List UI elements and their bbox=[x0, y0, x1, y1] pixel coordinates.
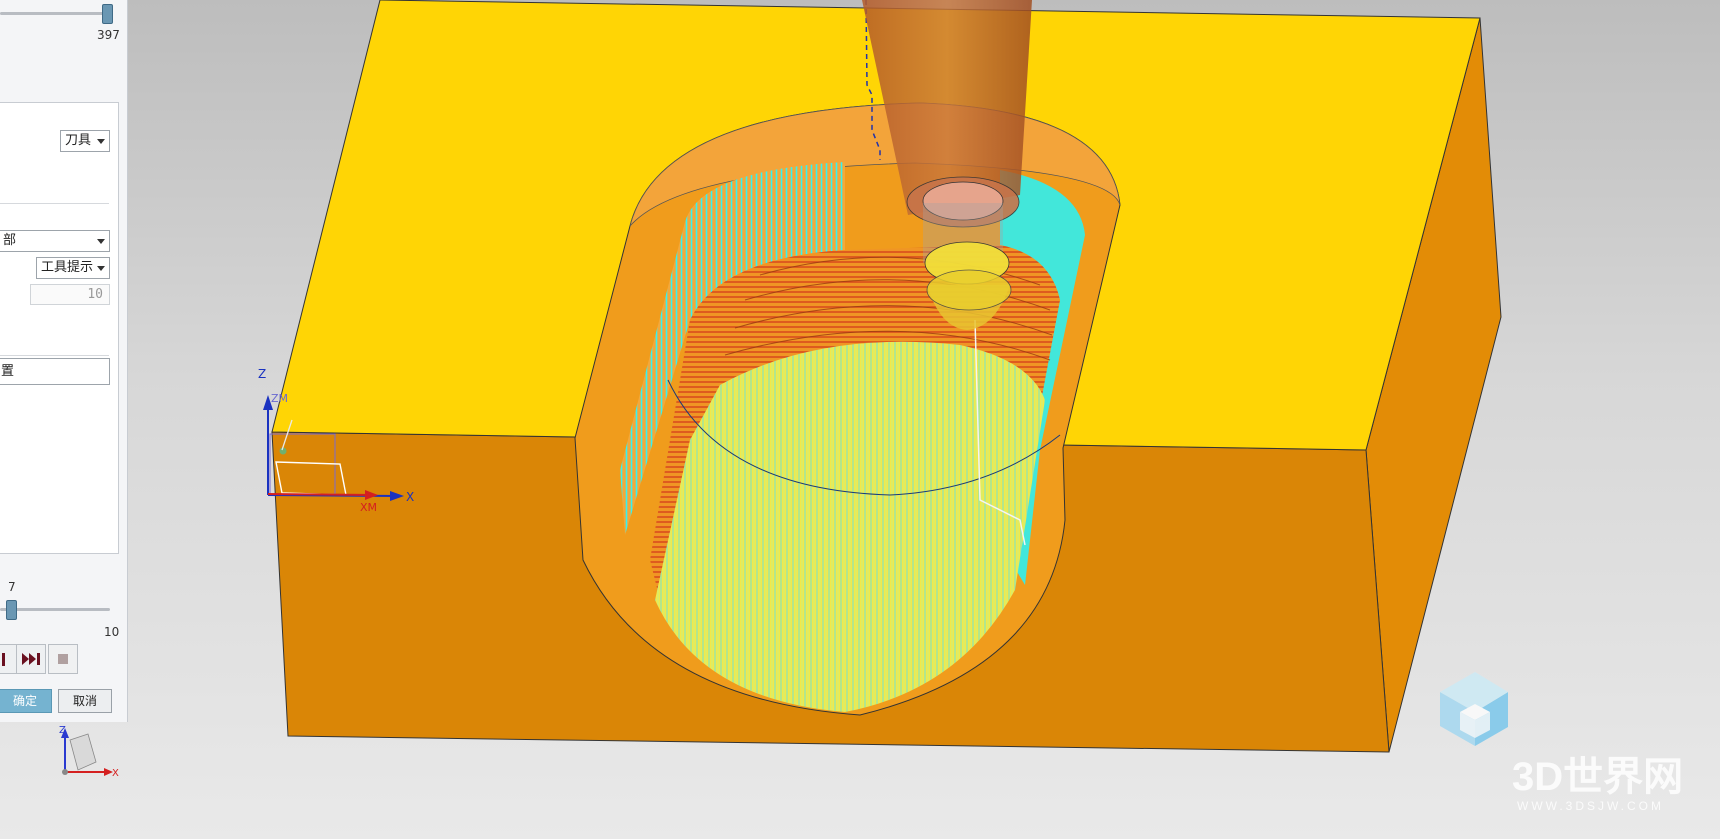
view-triad[interactable] bbox=[61, 728, 113, 776]
step-slider-thumb[interactable] bbox=[6, 600, 17, 620]
animation-speed-value: 397 bbox=[97, 28, 120, 42]
cancel-button[interactable]: 取消 bbox=[58, 689, 112, 713]
tool-tip-bottom bbox=[926, 269, 1012, 311]
ok-button[interactable]: 确定 bbox=[0, 689, 52, 713]
chevron-down-icon bbox=[97, 266, 105, 271]
location-field-value: 置 bbox=[1, 364, 15, 379]
chevron-down-icon bbox=[97, 239, 105, 244]
animation-speed-track[interactable] bbox=[0, 12, 110, 15]
step-back-icon bbox=[2, 653, 5, 666]
display-dropdown-value: 刀具 bbox=[65, 133, 92, 148]
display-dropdown[interactable]: 刀具 bbox=[60, 130, 110, 152]
display-options-group: 刀具 部 工具提示 10 置 bbox=[0, 102, 119, 554]
csys-z-label: Z bbox=[258, 367, 266, 381]
stop-icon bbox=[58, 654, 68, 664]
step-current-value: 7 bbox=[8, 580, 16, 594]
watermark-logo bbox=[1440, 672, 1508, 746]
count-field[interactable]: 10 bbox=[30, 284, 110, 305]
animation-speed-thumb[interactable] bbox=[102, 4, 113, 24]
triad-x-label: X bbox=[112, 768, 119, 779]
chevron-down-icon bbox=[97, 139, 105, 144]
divider bbox=[0, 203, 109, 204]
tooltip-dropdown[interactable]: 工具提示 bbox=[36, 257, 110, 279]
simulation-dialog: 397 刀具 部 工具提示 10 置 7 10 确定 取消 bbox=[0, 0, 128, 722]
divider bbox=[0, 355, 109, 356]
csys-zm-label: ZM bbox=[271, 392, 288, 405]
fast-forward-icon bbox=[22, 653, 40, 665]
watermark-url: WWW.3DSJW.COM bbox=[1517, 799, 1664, 813]
triad-z-label: Z bbox=[59, 725, 66, 736]
csys-xm-label: XM bbox=[360, 501, 377, 514]
graphics-viewport[interactable]: Z ZM X XM Z X 3D世界网 WWW.3DSJW.COM bbox=[0, 0, 1720, 839]
play-to-end-button[interactable] bbox=[16, 644, 46, 674]
csys-x-label: X bbox=[406, 490, 414, 504]
watermark-brand: 3D世界网 bbox=[1512, 755, 1683, 799]
mode-dropdown-value: 部 bbox=[3, 233, 17, 248]
stop-button[interactable] bbox=[48, 644, 78, 674]
location-field[interactable]: 置 bbox=[0, 358, 110, 385]
tooltip-dropdown-value: 工具提示 bbox=[41, 260, 94, 275]
mode-dropdown[interactable]: 部 bbox=[0, 230, 110, 252]
step-max-value: 10 bbox=[104, 625, 120, 639]
